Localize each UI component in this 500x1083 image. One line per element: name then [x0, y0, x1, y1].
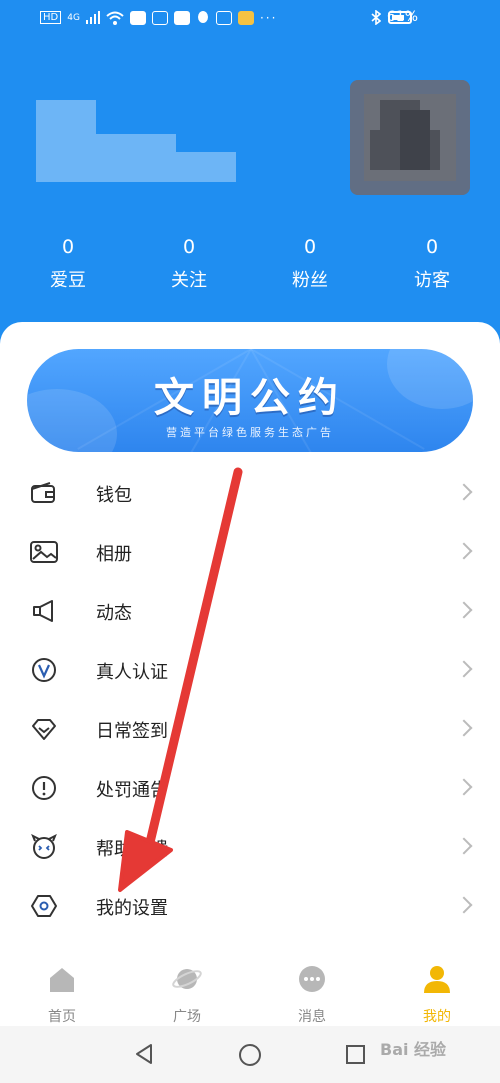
stat-idols[interactable]: 0 爱豆 [18, 236, 118, 292]
profile-icon [424, 966, 450, 993]
avatar[interactable] [350, 80, 470, 195]
civilization-pact-banner[interactable]: 文明公约 营造平台绿色服务生态广告 [27, 349, 473, 452]
banner-subtitle: 营造平台绿色服务生态广告 [166, 426, 334, 439]
menu-label: 处罚通告 [96, 780, 168, 801]
menu-item-penalty-notice[interactable]: 处罚通告 [0, 759, 500, 818]
menu-label: 真人认证 [96, 662, 168, 683]
bottom-tab-bar: 首页 广场 消息 我的 [0, 962, 500, 1026]
menu-label: 相册 [96, 544, 132, 565]
menu-item-help-feedback[interactable]: 帮助反馈 [0, 818, 500, 877]
tab-profile[interactable]: 我的 [387, 964, 487, 1026]
chevron-right-icon [455, 660, 473, 678]
stat-visitors[interactable]: 0 访客 [382, 236, 482, 292]
verify-v-icon [32, 658, 56, 682]
banner-title: 文明公约 [154, 375, 346, 421]
status-bar: HD 4G ··· 61% [0, 0, 500, 38]
status-icons-left: HD 4G ··· [40, 10, 277, 25]
app-notification-icon [173, 10, 190, 25]
home-icon [50, 968, 74, 992]
planet-icon [172, 969, 202, 989]
feedback-face-icon [31, 834, 57, 859]
signal-icon [85, 11, 100, 24]
menu-label: 帮助反馈 [96, 839, 168, 860]
menu-item-album[interactable]: 相册 [0, 523, 500, 582]
recent-apps-icon[interactable] [346, 1045, 365, 1064]
wifi-icon [106, 11, 124, 25]
tab-label: 广场 [173, 1009, 201, 1025]
diamond-icon [32, 719, 56, 740]
menu-item-wallet[interactable]: 钱包 [0, 464, 500, 523]
menu-item-moments[interactable]: 动态 [0, 582, 500, 641]
stat-value: 0 [182, 236, 196, 258]
battery-icon [388, 11, 412, 24]
watermark-logo: Bai 经验 [380, 1040, 447, 1059]
music-app-icon [151, 10, 168, 25]
app-notification-icon [215, 10, 232, 25]
stat-label: 访客 [414, 270, 450, 291]
menu-label: 我的设置 [96, 898, 168, 919]
settings-hexagon-icon [31, 895, 57, 917]
menu-label: 钱包 [96, 485, 132, 506]
wallet-icon [31, 482, 55, 503]
stat-label: 爱豆 [50, 270, 86, 291]
menu-label: 动态 [96, 603, 132, 624]
chevron-right-icon [455, 896, 473, 914]
home-button-icon[interactable] [239, 1044, 261, 1066]
qq-icon [197, 11, 208, 23]
username-blurred [36, 100, 236, 184]
tab-label: 首页 [48, 1009, 76, 1025]
photo-album-icon [30, 541, 58, 563]
profile-header: HD 4G ··· 61% 0 爱豆 0 关注 0 粉丝 0 访客 [0, 0, 500, 360]
stat-value: 0 [61, 236, 75, 258]
stat-value: 0 [303, 236, 317, 258]
message-icon [299, 966, 325, 992]
tab-label: 我的 [423, 1009, 451, 1025]
menu-item-checkin[interactable]: 日常签到 [0, 700, 500, 759]
network-type: 4G [67, 12, 80, 23]
tab-home[interactable]: 首页 [12, 964, 112, 1026]
bluetooth-icon [371, 9, 381, 25]
alert-circle-icon [32, 776, 56, 800]
stat-value: 0 [425, 236, 439, 258]
tab-messages[interactable]: 消息 [262, 964, 362, 1026]
hd-icon: HD [40, 11, 62, 24]
stat-following[interactable]: 0 关注 [139, 236, 239, 292]
stat-label: 关注 [171, 270, 207, 291]
back-icon[interactable] [134, 1043, 154, 1065]
stat-fans[interactable]: 0 粉丝 [260, 236, 360, 292]
chevron-right-icon [455, 837, 473, 855]
chevron-right-icon [455, 483, 473, 501]
chevron-right-icon [455, 719, 473, 737]
tab-label: 消息 [298, 1009, 326, 1025]
menu-label: 日常签到 [96, 721, 168, 742]
megaphone-icon [33, 600, 53, 622]
chevron-right-icon [455, 601, 473, 619]
tab-plaza[interactable]: 广场 [137, 964, 237, 1026]
app-notification-icon [237, 10, 254, 25]
chevron-right-icon [455, 778, 473, 796]
more-notifications-icon: ··· [259, 10, 278, 25]
chevron-right-icon [455, 542, 473, 560]
menu-item-my-settings[interactable]: 我的设置 [0, 877, 500, 936]
profile-stats: 0 爱豆 0 关注 0 粉丝 0 访客 [0, 236, 500, 296]
stat-label: 粉丝 [292, 270, 328, 291]
app-notification-icon [129, 10, 146, 25]
menu-item-verification[interactable]: 真人认证 [0, 641, 500, 700]
